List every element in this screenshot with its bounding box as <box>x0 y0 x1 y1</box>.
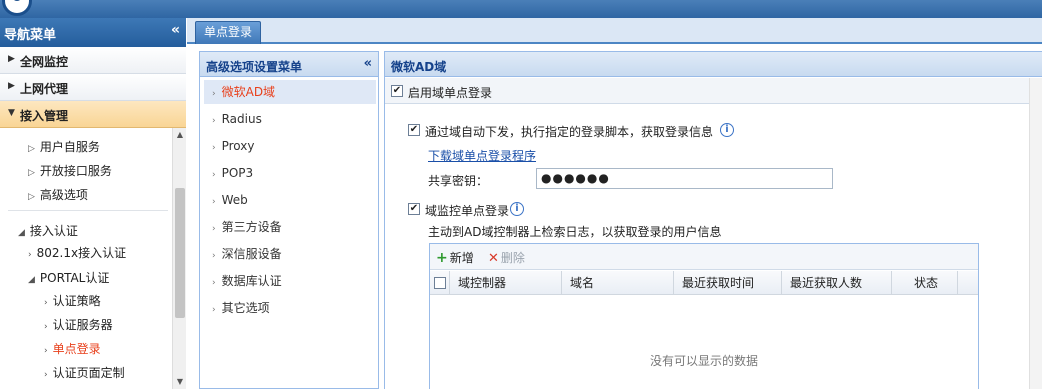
nav-scrollbar[interactable]: ▲ ▼ <box>172 128 186 389</box>
top-banner <box>0 0 1042 18</box>
add-button[interactable]: + 新增 <box>436 249 474 266</box>
menu-item-other-options[interactable]: › 其它选项 <box>204 296 376 320</box>
menu-item-sangfor-device[interactable]: › 深信服设备 <box>204 242 376 266</box>
chevron-right-icon: › <box>44 298 48 308</box>
nav-tree: ▷ 用户自服务 ▷ 开放接口服务 ▷ 高级选项 ◢ 接入认证 › 802.1x接入认证 ◢… <box>0 128 172 389</box>
chevron-right-icon: › <box>44 322 48 332</box>
chevron-right-icon: ▷ <box>28 192 35 202</box>
collapse-menu-icon[interactable]: « <box>364 56 372 71</box>
chevron-right-icon: ▷ <box>28 168 35 178</box>
domain-monitor-description: 主动到AD域控制器上检索日志，以获取登录的用户信息 <box>428 225 722 239</box>
tab-strip: 单点登录 <box>187 18 1042 44</box>
content-title: 微软AD域 <box>391 60 447 74</box>
settings-menu-header: 高级选项设置菜单 « <box>200 52 378 77</box>
select-all-cell <box>430 271 450 295</box>
domain-monitor-checkbox[interactable]: ✔ <box>408 203 420 215</box>
tab-single-sign-on[interactable]: 单点登录 <box>195 21 262 44</box>
menu-item-third-party-device[interactable]: › 第三方设备 <box>204 215 376 239</box>
tree-item-auth-policy[interactable]: › 认证策略 <box>44 292 101 309</box>
grid-toolbar: + 新增 ✕ 删除 <box>430 244 978 270</box>
content-scrollbar[interactable] <box>1029 78 1042 389</box>
expanded-triangle-icon: ◢ <box>28 275 35 285</box>
column-header-status[interactable]: 状态 <box>892 271 958 295</box>
column-header-last-fetch-time[interactable]: 最近获取时间 <box>674 271 782 295</box>
nav-title: 导航菜单 <box>4 28 57 43</box>
content-header: 微软AD域 <box>385 52 1042 77</box>
close-icon: ✕ <box>488 251 499 266</box>
settings-menu-panel: 高级选项设置菜单 « › 微软AD域 › Radius › Proxy › POP3 ›… <box>199 51 379 389</box>
grid-header-row: 域控制器 域名 最近获取时间 最近获取人数 状态 <box>430 271 978 295</box>
shared-key-input[interactable]: ●●●●●● <box>536 168 833 189</box>
scroll-down-arrow-icon[interactable]: ▼ <box>173 375 187 389</box>
tree-item-user-self-service[interactable]: ▷ 用户自服务 <box>28 138 100 155</box>
nav-section-network-monitor[interactable]: ▶ 全网监控 <box>0 47 186 74</box>
expand-arrow-icon: ▶ <box>8 81 15 91</box>
delete-button[interactable]: ✕ 删除 <box>488 249 525 266</box>
tree-item-8021x[interactable]: › 802.1x接入认证 <box>28 244 126 261</box>
menu-item-microsoft-ad[interactable]: › 微软AD域 <box>204 80 376 104</box>
chevron-right-icon: › <box>28 250 32 260</box>
column-header-domain-name[interactable]: 域名 <box>562 271 674 295</box>
domain-monitor-label: 域监控单点登录 <box>425 204 510 218</box>
chevron-right-icon: › <box>212 170 216 180</box>
chevron-right-icon: › <box>212 305 216 315</box>
domain-controller-grid: + 新增 ✕ 删除 域控制器 域名 最近获取时间 最近获取人数 状态 没有可以显示的… <box>429 243 979 389</box>
enable-sso-label: 启用域单点登录 <box>408 86 493 100</box>
plus-icon: + <box>436 250 448 266</box>
chevron-right-icon: › <box>212 278 216 288</box>
scroll-up-arrow-icon[interactable]: ▲ <box>173 128 187 142</box>
column-header-domain-controller[interactable]: 域控制器 <box>450 271 562 295</box>
select-all-checkbox[interactable] <box>434 277 446 289</box>
chevron-right-icon: › <box>212 116 216 126</box>
tree-item-auth-server[interactable]: › 认证服务器 <box>44 316 113 333</box>
info-icon[interactable]: i <box>720 123 734 137</box>
menu-item-database-auth[interactable]: › 数据库认证 <box>204 269 376 293</box>
menu-item-proxy[interactable]: › Proxy <box>204 134 376 158</box>
menu-item-web[interactable]: › Web <box>204 188 376 212</box>
expanded-triangle-icon: ◢ <box>18 228 25 238</box>
chevron-right-icon: › <box>212 89 216 99</box>
shared-key-label: 共享密钥： <box>428 174 489 188</box>
chevron-right-icon: › <box>44 370 48 380</box>
grid-empty-message: 没有可以显示的数据 <box>649 354 758 368</box>
chevron-right-icon: › <box>212 251 216 261</box>
menu-item-radius[interactable]: › Radius <box>204 107 376 131</box>
menu-item-pop3[interactable]: › POP3 <box>204 161 376 185</box>
collapse-arrow-icon: ▼ <box>8 108 15 118</box>
chevron-right-icon: › <box>44 346 48 356</box>
chevron-right-icon: › <box>212 224 216 234</box>
tree-item-portal-auth[interactable]: ◢ PORTAL认证 <box>28 269 109 286</box>
expand-arrow-icon: ▶ <box>8 54 15 64</box>
content-panel: 微软AD域 ✔ 启用域单点登录 ✔ 通过域自动下发，执行指定的登录脚本，获取登录… <box>384 51 1042 389</box>
enable-sso-checkbox[interactable]: ✔ <box>391 85 403 97</box>
collapse-nav-icon[interactable]: « <box>171 22 180 38</box>
tree-item-open-interface[interactable]: ▷ 开放接口服务 <box>28 162 112 179</box>
enable-sso-row: ✔ 启用域单点登录 <box>385 78 1029 104</box>
nav-header: 导航菜单 « <box>0 18 186 47</box>
left-navigation: 导航菜单 « ▶ 全网监控 ▶ 上网代理 ▼ 接入管理 ▷ 用户自服务 ▷ 开放接口… <box>0 18 186 389</box>
tree-item-single-sign-on[interactable]: › 单点登录 <box>44 340 101 357</box>
nav-section-access-management[interactable]: ▼ 接入管理 <box>0 101 186 128</box>
auto-deploy-checkbox[interactable]: ✔ <box>408 124 420 136</box>
nav-section-label: 全网监控 <box>20 55 69 69</box>
tree-item-access-auth[interactable]: ◢ 接入认证 <box>18 222 78 239</box>
chevron-right-icon: › <box>212 197 216 207</box>
nav-section-label: 上网代理 <box>20 82 69 96</box>
chevron-right-icon: › <box>212 143 216 153</box>
divider <box>8 210 168 211</box>
nav-section-proxy[interactable]: ▶ 上网代理 <box>0 74 186 101</box>
download-sso-program-link[interactable]: 下载域单点登录程序 <box>428 147 536 164</box>
settings-menu-title: 高级选项设置菜单 <box>206 60 303 74</box>
info-icon[interactable]: i <box>510 202 524 216</box>
tree-item-auth-page-customize[interactable]: › 认证页面定制 <box>44 364 125 381</box>
tree-item-advanced-options[interactable]: ▷ 高级选项 <box>28 186 88 203</box>
scroll-thumb[interactable] <box>175 188 185 318</box>
auto-deploy-label: 通过域自动下发，执行指定的登录脚本，获取登录信息 <box>425 125 714 139</box>
chevron-right-icon: ▷ <box>28 144 35 154</box>
logo-icon <box>2 0 32 16</box>
column-header-last-fetch-count[interactable]: 最近获取人数 <box>782 271 892 295</box>
nav-section-label: 接入管理 <box>20 109 69 123</box>
